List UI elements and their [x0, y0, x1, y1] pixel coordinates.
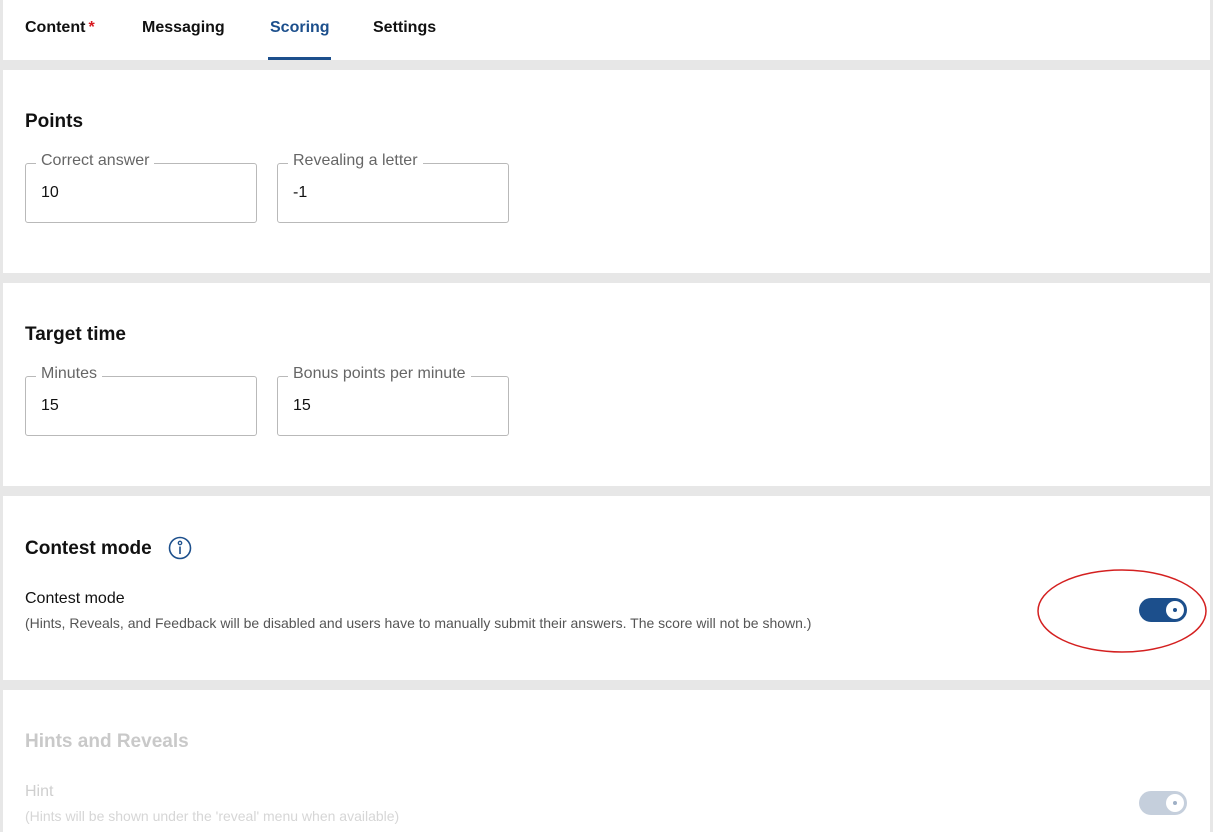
hint-toggle[interactable] — [1139, 791, 1187, 815]
tab-settings[interactable]: Settings — [373, 19, 436, 60]
required-marker: * — [88, 19, 95, 36]
bonus-points-field: Bonus points per minute — [277, 365, 509, 436]
hint-toggle-label: Hint — [25, 783, 54, 800]
hints-reveals-title: Hints and Reveals — [25, 731, 189, 752]
toggle-knob — [1166, 601, 1184, 619]
points-title: Points — [25, 111, 84, 132]
revealing-letter-field: Revealing a letter — [277, 152, 509, 223]
correct-answer-field: Correct answer — [25, 152, 257, 223]
contest-mode-card: Contest mode Contest mode (Hints, Reveal… — [3, 496, 1210, 680]
tab-messaging[interactable]: Messaging — [142, 19, 225, 60]
points-card: Points Correct answer Revealing a letter — [3, 70, 1210, 273]
revealing-letter-input[interactable] — [278, 164, 508, 222]
tab-messaging-label: Messaging — [142, 19, 225, 36]
minutes-input[interactable] — [26, 377, 256, 435]
tab-scoring-label: Scoring — [270, 19, 330, 36]
info-icon[interactable] — [168, 536, 192, 560]
target-time-card: Target time Minutes Bonus points per min… — [3, 283, 1210, 486]
toggle-knob — [1166, 794, 1184, 812]
hint-description: (Hints will be shown under the 'reveal' … — [25, 808, 400, 824]
correct-answer-input[interactable] — [26, 164, 256, 222]
hints-reveals-card: Hints and Reveals Hint (Hints will be sh… — [3, 690, 1210, 832]
tab-scoring[interactable]: Scoring — [268, 19, 331, 60]
bonus-points-input[interactable] — [278, 377, 508, 435]
tab-content[interactable]: Content * — [25, 19, 95, 60]
target-time-title: Target time — [25, 324, 127, 345]
contest-mode-title: Contest mode — [25, 538, 152, 559]
contest-mode-toggle-label: Contest mode — [25, 590, 125, 607]
contest-mode-toggle[interactable] — [1139, 598, 1187, 622]
tab-content-label: Content — [25, 19, 86, 36]
contest-mode-description: (Hints, Reveals, and Feedback will be di… — [25, 615, 812, 631]
tab-settings-label: Settings — [373, 19, 437, 36]
tab-bar: Content * Messaging Scoring Settings — [3, 0, 1210, 60]
minutes-field: Minutes — [25, 365, 257, 436]
